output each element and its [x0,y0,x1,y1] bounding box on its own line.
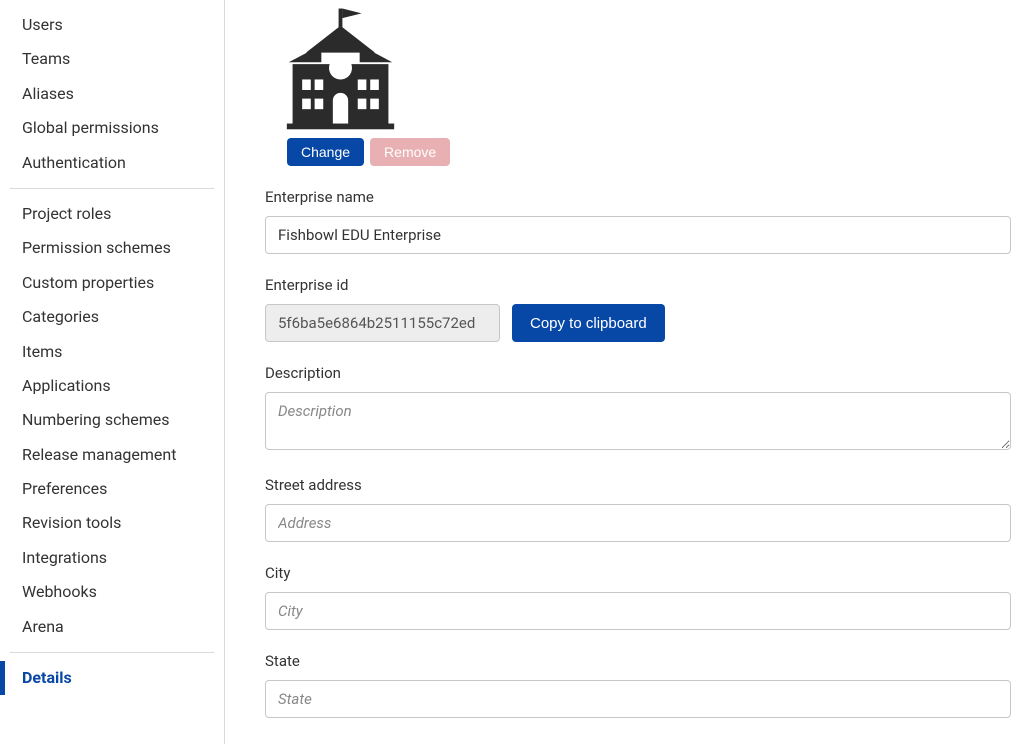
sidebar: Users Teams Aliases Global permissions A… [0,0,225,744]
sidebar-group-2: Project roles Permission schemes Custom … [0,197,224,644]
sidebar-item-revision-tools[interactable]: Revision tools [0,506,214,540]
city-label: City [265,564,1011,582]
sidebar-item-project-roles[interactable]: Project roles [0,197,214,231]
sidebar-item-categories[interactable]: Categories [0,300,214,334]
sidebar-item-numbering-schemes[interactable]: Numbering schemes [0,403,214,437]
form-group-street-address: Street address [265,476,1011,542]
sidebar-item-arena[interactable]: Arena [0,610,214,644]
logo-section: Change Remove [265,2,1011,166]
change-logo-button[interactable]: Change [287,138,364,166]
sidebar-item-aliases[interactable]: Aliases [0,77,214,111]
sidebar-item-custom-properties[interactable]: Custom properties [0,266,214,300]
sidebar-item-webhooks[interactable]: Webhooks [0,575,214,609]
sidebar-item-items[interactable]: Items [0,335,214,369]
state-label: State [265,652,1011,670]
sidebar-item-teams[interactable]: Teams [0,42,214,76]
main-content: Change Remove Enterprise name Enterprise… [225,0,1031,744]
description-label: Description [265,364,1011,382]
street-address-label: Street address [265,476,1011,494]
sidebar-item-details[interactable]: Details [0,661,214,695]
description-input[interactable] [265,392,1011,450]
sidebar-group-1: Users Teams Aliases Global permissions A… [0,8,224,180]
city-input[interactable] [265,592,1011,630]
enterprise-name-input[interactable] [265,216,1011,254]
sidebar-item-permission-schemes[interactable]: Permission schemes [0,231,214,265]
form-group-enterprise-id: Enterprise id Copy to clipboard [265,276,1011,342]
enterprise-id-row: Copy to clipboard [265,304,1011,342]
form-group-city: City [265,564,1011,630]
form-group-state: State [265,652,1011,718]
sidebar-item-release-management[interactable]: Release management [0,438,214,472]
sidebar-item-preferences[interactable]: Preferences [0,472,214,506]
sidebar-divider [10,652,214,653]
sidebar-group-3: Details [0,661,224,695]
sidebar-item-users[interactable]: Users [0,8,214,42]
enterprise-name-label: Enterprise name [265,188,1011,206]
sidebar-item-authentication[interactable]: Authentication [0,146,214,180]
form-group-description: Description [265,364,1011,454]
logo-button-row: Change Remove [287,138,1011,166]
enterprise-id-input [265,304,500,342]
school-building-icon [283,2,398,132]
sidebar-item-integrations[interactable]: Integrations [0,541,214,575]
street-address-input[interactable] [265,504,1011,542]
state-input[interactable] [265,680,1011,718]
sidebar-divider [10,188,214,189]
remove-logo-button[interactable]: Remove [370,138,450,166]
copy-to-clipboard-button[interactable]: Copy to clipboard [512,304,665,342]
form-group-enterprise-name: Enterprise name [265,188,1011,254]
enterprise-id-label: Enterprise id [265,276,1011,294]
sidebar-item-applications[interactable]: Applications [0,369,214,403]
sidebar-item-global-permissions[interactable]: Global permissions [0,111,214,145]
